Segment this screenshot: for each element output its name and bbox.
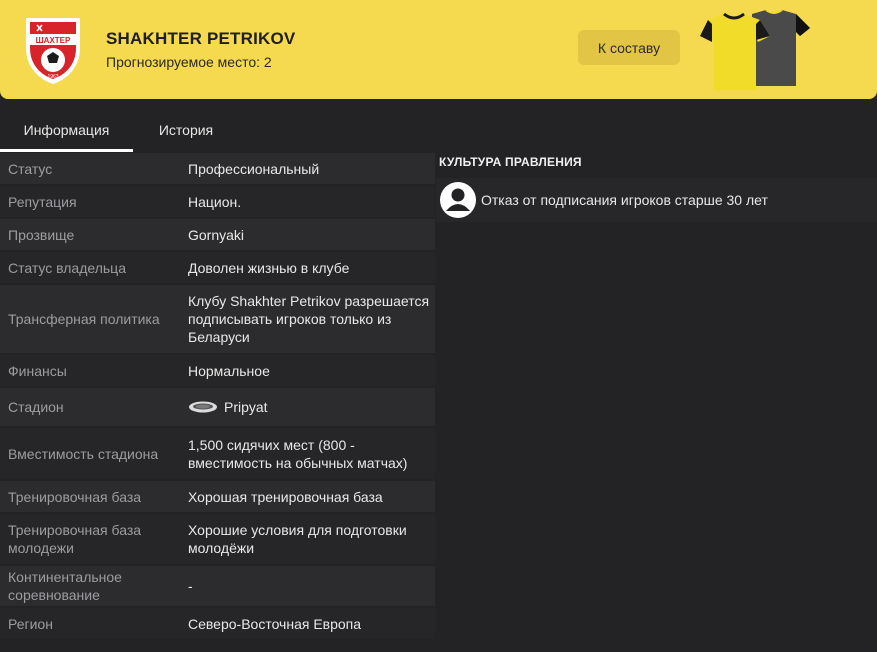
to-squad-button[interactable]: К составу xyxy=(578,30,680,65)
info-row-owner-status: Статус владельца Доволен жизнью в клубе xyxy=(0,252,435,283)
club-header: ШАХТЕР 1963 SHAKHTER PETRIKOV Прогнозиру… xyxy=(0,0,877,99)
info-value: 1,500 сидячих мест (800 - вместимость на… xyxy=(188,436,408,471)
stadium-name[interactable]: Pripyat xyxy=(224,398,268,416)
info-row-youth-training: Тренировочная база молодежи Хорошие усло… xyxy=(0,514,435,564)
board-culture-title: КУЛЬТУРА ПРАВЛЕНИЯ xyxy=(439,155,582,169)
info-label: Статус xyxy=(8,160,53,177)
tab-history[interactable]: История xyxy=(140,108,232,152)
info-value: Национ. xyxy=(188,193,242,210)
info-label: Финансы xyxy=(8,362,67,379)
info-label: Регион xyxy=(8,615,53,632)
person-icon xyxy=(440,182,476,218)
info-label: Континентальное соревнование xyxy=(8,569,122,603)
info-row-nickname: Прозвище Gornyaki xyxy=(0,219,435,250)
info-value: Нормальное xyxy=(188,362,270,379)
club-kits-icon xyxy=(700,9,810,90)
info-label: Вместимость стадиона xyxy=(8,445,159,462)
stadium-icon xyxy=(189,401,217,413)
info-value: Хорошая тренировочная база xyxy=(188,488,383,505)
info-label: Трансферная политика xyxy=(8,311,160,327)
info-value: Хорошие условия для подготовки молодёжи xyxy=(188,522,407,556)
info-label: Тренировочная база молодежи xyxy=(8,522,142,556)
info-row-training: Тренировочная база Хорошая тренировочная… xyxy=(0,481,435,512)
info-value: Профессиональный xyxy=(188,160,320,177)
predicted-position: Прогнозируемое место: 2 xyxy=(106,54,272,70)
board-culture-item: Отказ от подписания игроков старше 30 ле… xyxy=(436,178,877,222)
svg-text:ШАХТЕР: ШАХТЕР xyxy=(36,36,71,45)
tab-bar: Информация История xyxy=(0,108,877,152)
info-row-continental: Континентальное соревнование - xyxy=(0,566,435,606)
tab-information[interactable]: Информация xyxy=(0,108,133,152)
info-label: Стадион xyxy=(8,399,64,415)
board-culture-text: Отказ от подписания игроков старше 30 ле… xyxy=(481,192,768,208)
info-row-stadium: Стадион Pripyat xyxy=(0,388,435,426)
club-info-table: Статус Профессиональный Репутация Национ… xyxy=(0,153,435,641)
info-label: Статус владельца xyxy=(8,259,126,276)
club-name: SHAKHTER PETRIKOV xyxy=(106,29,296,48)
info-row-finances: Финансы Нормальное xyxy=(0,355,435,386)
info-row-status: Статус Профессиональный xyxy=(0,153,435,184)
info-label: Прозвище xyxy=(8,226,75,243)
svg-text:1963: 1963 xyxy=(47,74,58,80)
info-row-reputation: Репутация Национ. xyxy=(0,186,435,217)
club-logo: ШАХТЕР 1963 xyxy=(26,18,80,84)
info-row-capacity: Вместимость стадиона 1,500 сидячих мест … xyxy=(0,428,435,479)
info-row-transfer-policy: Трансферная политика Клубу Shakhter Petr… xyxy=(0,285,435,353)
info-row-region: Регион Северо-Восточная Европа xyxy=(0,608,435,639)
info-value: Северо-Восточная Европа xyxy=(188,615,362,632)
info-label: Репутация xyxy=(8,193,77,210)
info-label: Тренировочная база xyxy=(8,488,142,505)
info-value: - xyxy=(188,578,193,594)
info-value: Gornyaki xyxy=(188,226,245,243)
info-value: Клубу Shakhter Petrikov разрешается подп… xyxy=(188,293,430,345)
info-value-stadium: Pripyat xyxy=(180,398,435,416)
info-value: Доволен жизнью в клубе xyxy=(188,259,350,276)
